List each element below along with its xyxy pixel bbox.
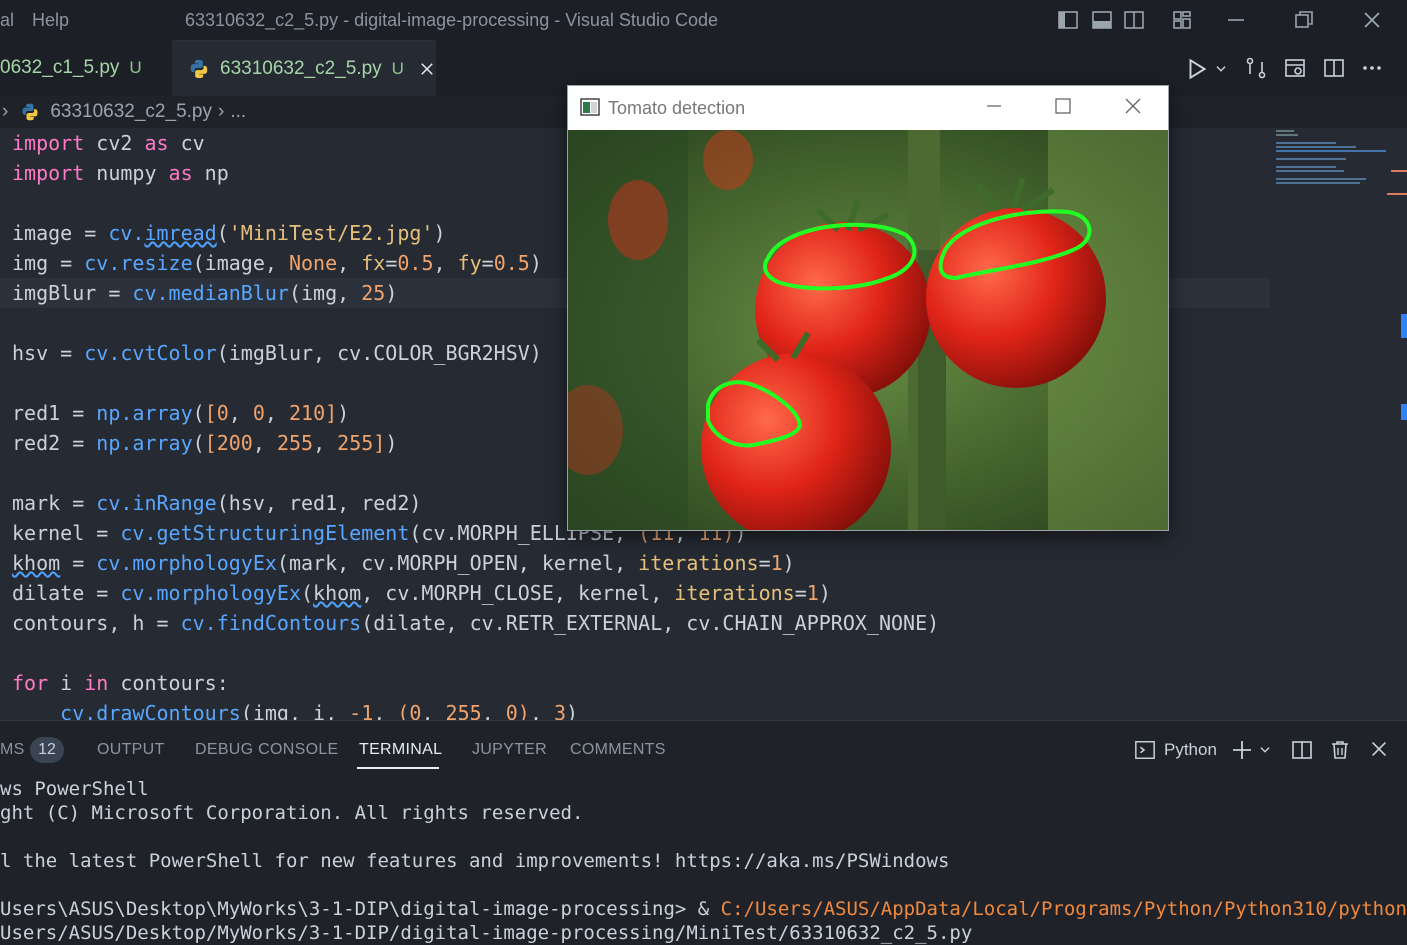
- trash-icon[interactable]: [1328, 738, 1352, 762]
- code-line-11: red2 = np.array([200, 255, 255]): [12, 431, 398, 455]
- minimize-icon[interactable]: [984, 96, 1004, 116]
- close-window-icon[interactable]: [1360, 8, 1384, 32]
- terminal-line: l the latest PowerShell for new features…: [0, 850, 950, 872]
- terminal-icon: [1135, 741, 1155, 759]
- terminal-prompt-line: Users\ASUS\Desktop\MyWorks\3-1-DIP\digit…: [0, 897, 1407, 921]
- toggle-sidebar-icon[interactable]: [1056, 8, 1080, 32]
- untracked-badge: U: [391, 58, 404, 78]
- active-tab-indicator: [357, 767, 439, 769]
- bottom-panel: MS 12 OUTPUT DEBUG CONSOLE TERMINAL JUPY…: [0, 720, 1407, 944]
- breadcrumb-separator-icon: ›: [2, 101, 9, 122]
- breadcrumb: › 63310632_c2_5.py › ...: [0, 96, 560, 128]
- breadcrumb-file[interactable]: 63310632_c2_5.py: [50, 101, 212, 123]
- title-bar: al Help 63310632_c2_5.py - digital-image…: [0, 0, 1407, 40]
- tab-problems[interactable]: MS: [0, 741, 25, 759]
- code-line-4: image = cv.imread('MiniTest/E2.jpg'): [12, 221, 446, 245]
- code-line-19: for i in contours:: [12, 671, 229, 695]
- toggle-panel-icon[interactable]: [1090, 8, 1114, 32]
- close-icon[interactable]: [1123, 96, 1143, 116]
- code-line-13: mark = cv.inRange(hsv, red1, red2): [12, 491, 422, 515]
- tab-c1-5[interactable]: 0632_c1_5.py U: [0, 40, 170, 96]
- breadcrumb-separator-icon: ›: [217, 101, 225, 122]
- code-line-2: import numpy as np: [12, 161, 229, 185]
- chevron-down-icon[interactable]: [1214, 62, 1228, 76]
- minimap[interactable]: [1270, 128, 1407, 720]
- maximize-icon[interactable]: [1053, 96, 1073, 116]
- shell-label[interactable]: Python: [1164, 740, 1217, 760]
- tab-jupyter[interactable]: JUPYTER: [472, 741, 547, 759]
- code-line-5: img = cv.resize(image, None, fx=0.5, fy=…: [12, 251, 542, 275]
- terminal-command-path: C:/Users/ASUS/AppData/Local/Programs/Pyt…: [720, 898, 1407, 920]
- toggle-secondary-sidebar-icon[interactable]: [1122, 8, 1146, 32]
- window-title: Tomato detection: [608, 98, 746, 118]
- app-icon: [580, 98, 600, 116]
- tab-label: 63310632_c2_5.py: [220, 57, 382, 79]
- run-icon[interactable]: [1184, 56, 1210, 82]
- split-terminal-icon[interactable]: [1290, 738, 1314, 762]
- close-panel-icon[interactable]: [1368, 738, 1390, 760]
- breadcrumb-symbol[interactable]: ...: [230, 101, 246, 123]
- code-line-16: dilate = cv.morphologyEx(khom, cv.MORPH_…: [12, 581, 831, 605]
- menu-help[interactable]: Help: [32, 10, 69, 31]
- code-line-10: red1 = np.array([0, 0, 210]): [12, 401, 350, 425]
- code-line-15: khom = cv.morphologyEx(mark, cv.MORPH_OP…: [12, 551, 795, 575]
- tab-debug-console[interactable]: DEBUG CONSOLE: [195, 741, 339, 759]
- open-preview-icon[interactable]: [1283, 56, 1307, 80]
- code-line-6: imgBlur = cv.medianBlur(img, 25): [12, 281, 398, 305]
- menu-terminal-partial[interactable]: al: [0, 10, 14, 31]
- chevron-down-icon[interactable]: [1258, 743, 1272, 757]
- split-editor-icon[interactable]: [1322, 56, 1346, 80]
- terminal-prompt: Users\ASUS\Desktop\MyWorks\3-1-DIP\digit…: [0, 898, 721, 920]
- new-terminal-icon[interactable]: [1230, 738, 1254, 762]
- terminal-line: ght (C) Microsoft Corporation. All right…: [0, 802, 584, 824]
- tab-output[interactable]: OUTPUT: [97, 741, 165, 759]
- window-title: 63310632_c2_5.py - digital-image-process…: [185, 10, 718, 30]
- code-line-20: cv.drawContours(img, i, -1, (0, 255, 0),…: [60, 701, 579, 720]
- problems-count-badge: 12: [30, 737, 64, 763]
- python-file-icon: [22, 103, 38, 121]
- tomato-detection-window[interactable]: Tomato detection: [567, 85, 1169, 531]
- tab-label: 0632_c1_5.py: [0, 57, 120, 78]
- more-actions-icon[interactable]: [1360, 56, 1384, 80]
- terminal-line: ws PowerShell: [0, 778, 149, 800]
- tab-c2-5[interactable]: 63310632_c2_5.py U: [172, 40, 436, 96]
- tab-terminal[interactable]: TERMINAL: [359, 741, 442, 759]
- code-line-1: import cv2 as cv: [12, 131, 205, 155]
- tab-comments[interactable]: COMMENTS: [570, 741, 666, 759]
- code-line-8: hsv = cv.cvtColor(imgBlur, cv.COLOR_BGR2…: [12, 341, 542, 365]
- customize-layout-icon[interactable]: [1170, 8, 1194, 32]
- python-file-icon: [190, 59, 208, 78]
- close-tab-icon[interactable]: [418, 60, 436, 78]
- minimize-icon[interactable]: [1224, 8, 1248, 32]
- untracked-badge: U: [129, 58, 142, 77]
- code-line-17: contours, h = cv.findContours(dilate, cv…: [12, 611, 940, 635]
- terminal-line: Users/ASUS/Desktop/MyWorks/3-1-DIP/digit…: [0, 922, 973, 944]
- compare-changes-icon[interactable]: [1244, 56, 1268, 80]
- restore-icon[interactable]: [1292, 8, 1316, 32]
- tomato-image: [568, 130, 1168, 530]
